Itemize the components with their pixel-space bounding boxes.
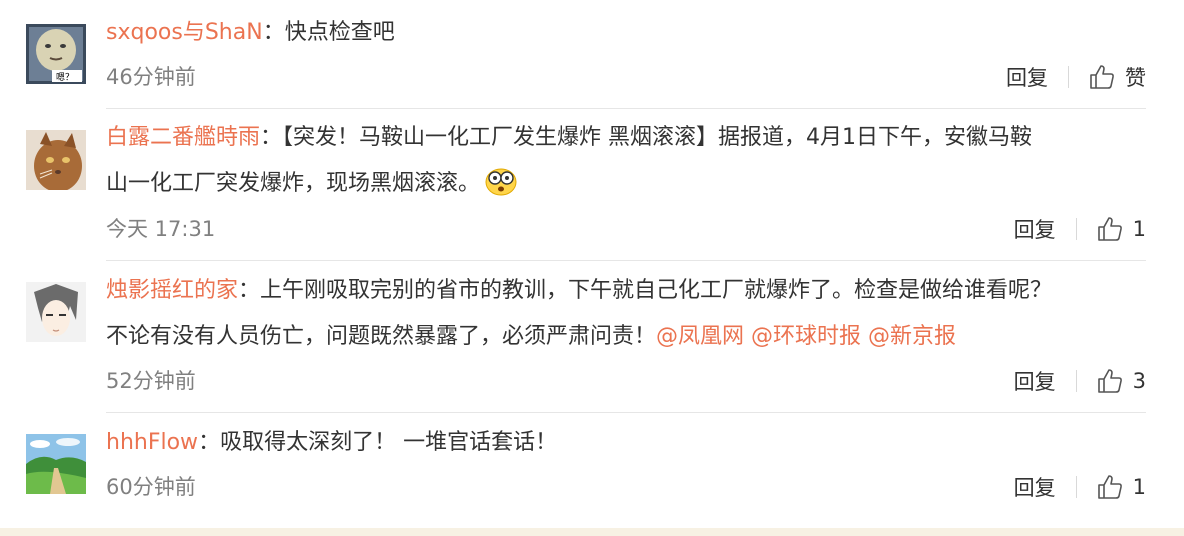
comment-text-line2: 山一化工厂突发爆炸，现场黑烟滚滚。 [106, 171, 481, 196]
comment-separator: ： [262, 20, 285, 45]
comment-username[interactable]: 烛影摇红的家 [106, 278, 238, 303]
thumbs-up-icon [1097, 217, 1122, 241]
avatar[interactable] [26, 434, 86, 494]
comment-text-line2: 不论有没有人员伤亡，问题既然暴露了，必须严肃问责！ [106, 324, 657, 349]
thumbs-up-icon [1097, 475, 1122, 499]
like-count: 3 [1132, 369, 1146, 393]
comment-meta: 52分钟前 回复 3 [106, 366, 1146, 396]
avatar[interactable]: 嗯？ [26, 24, 86, 84]
comment-time: 52分钟前 [106, 369, 196, 393]
avatar[interactable] [26, 282, 86, 342]
surprised-emoji-icon [484, 166, 518, 213]
thumbs-up-icon [1090, 65, 1114, 89]
comment-username[interactable]: 白露二番艦時雨 [106, 125, 260, 150]
comment-actions: 回复 1 [1014, 472, 1146, 502]
comment-actions: 回复 赞 [1006, 62, 1146, 92]
like-label: 赞 [1125, 66, 1146, 90]
comment-username[interactable]: hhhFlow [106, 430, 198, 455]
comment-text-line1: 上午刚吸取完别的省市的教训，下午就自己化工厂就爆炸了。检查是做给谁看呢？ [260, 278, 1053, 303]
comment-line: 烛影摇红的家：上午刚吸取完别的省市的教训，下午就自己化工厂就爆炸了。检查是做给谁… [106, 268, 1146, 314]
comment-body: 烛影摇红的家：上午刚吸取完别的省市的教训，下午就自己化工厂就爆炸了。检查是做给谁… [106, 268, 1146, 360]
comment-body: 白露二番艦時雨：【突发！马鞍山一化工厂发生爆炸 黑烟滚滚】据报道，4月1日下午，… [106, 115, 1146, 213]
comment-divider [106, 260, 1146, 261]
like-button[interactable]: 3 [1097, 368, 1146, 394]
action-divider [1068, 66, 1069, 88]
comment-divider [106, 108, 1146, 109]
comment-body: hhhFlow：吸取得太深刻了！ 一堆官话套话！ [106, 420, 1146, 466]
comment-time: 46分钟前 [106, 65, 196, 89]
like-button[interactable]: 1 [1097, 216, 1146, 242]
thumbs-up-icon [1097, 369, 1122, 393]
action-divider [1075, 370, 1077, 392]
reply-button[interactable]: 回复 [1014, 214, 1056, 244]
bottom-strip [0, 528, 1184, 536]
like-count: 1 [1132, 217, 1146, 241]
like-button[interactable]: 1 [1097, 474, 1146, 500]
mention-link[interactable]: @环球时报 [751, 324, 861, 349]
comment-meta: 60分钟前 回复 1 [106, 472, 1146, 502]
like-button[interactable]: 赞 [1089, 62, 1146, 92]
comment-separator: ： [198, 430, 221, 455]
comment-line: 白露二番艦時雨：【突发！马鞍山一化工厂发生爆炸 黑烟滚滚】据报道，4月1日下午，… [106, 115, 1146, 161]
reply-button[interactable]: 回复 [1014, 472, 1056, 502]
comment-time: 60分钟前 [106, 475, 196, 499]
comment-body: sxqoos与ShaN：快点检查吧 [106, 10, 1146, 56]
reply-button[interactable]: 回复 [1006, 62, 1048, 92]
reply-button[interactable]: 回复 [1014, 366, 1056, 396]
comment-time: 今天 17:31 [106, 217, 216, 241]
mention-link[interactable]: @新京报 [868, 324, 956, 349]
mention-link[interactable]: @凤凰网 [656, 324, 744, 349]
comment-line: 山一化工厂突发爆炸，现场黑烟滚滚。 [106, 161, 1146, 213]
comment-username[interactable]: sxqoos与ShaN [106, 20, 263, 45]
action-divider [1075, 476, 1077, 498]
comment-separator: ： [260, 125, 283, 150]
comment-meta: 46分钟前 回复 赞 [106, 62, 1146, 92]
comment-divider [106, 412, 1146, 413]
comment-text-line1: 【突发！马鞍山一化工厂发生爆炸 黑烟滚滚】据报道，4月1日下午，安徽马鞍 [282, 125, 1033, 150]
comment-actions: 回复 3 [1014, 366, 1146, 396]
comment-meta: 今天 17:31 回复 1 [106, 214, 1146, 244]
action-divider [1075, 218, 1077, 240]
avatar[interactable] [26, 130, 86, 190]
comment-actions: 回复 1 [1014, 214, 1146, 244]
comment-text: 快点检查吧 [284, 20, 395, 45]
avatar-caption: 嗯？ [56, 72, 74, 83]
comment-separator: ： [238, 278, 261, 303]
like-count: 1 [1132, 475, 1146, 499]
comment-text: 吸取得太深刻了！ 一堆官话套话！ [220, 430, 558, 455]
comment-line: 不论有没有人员伤亡，问题既然暴露了，必须严肃问责！@凤凰网 @环球时报 @新京报 [106, 314, 1146, 360]
